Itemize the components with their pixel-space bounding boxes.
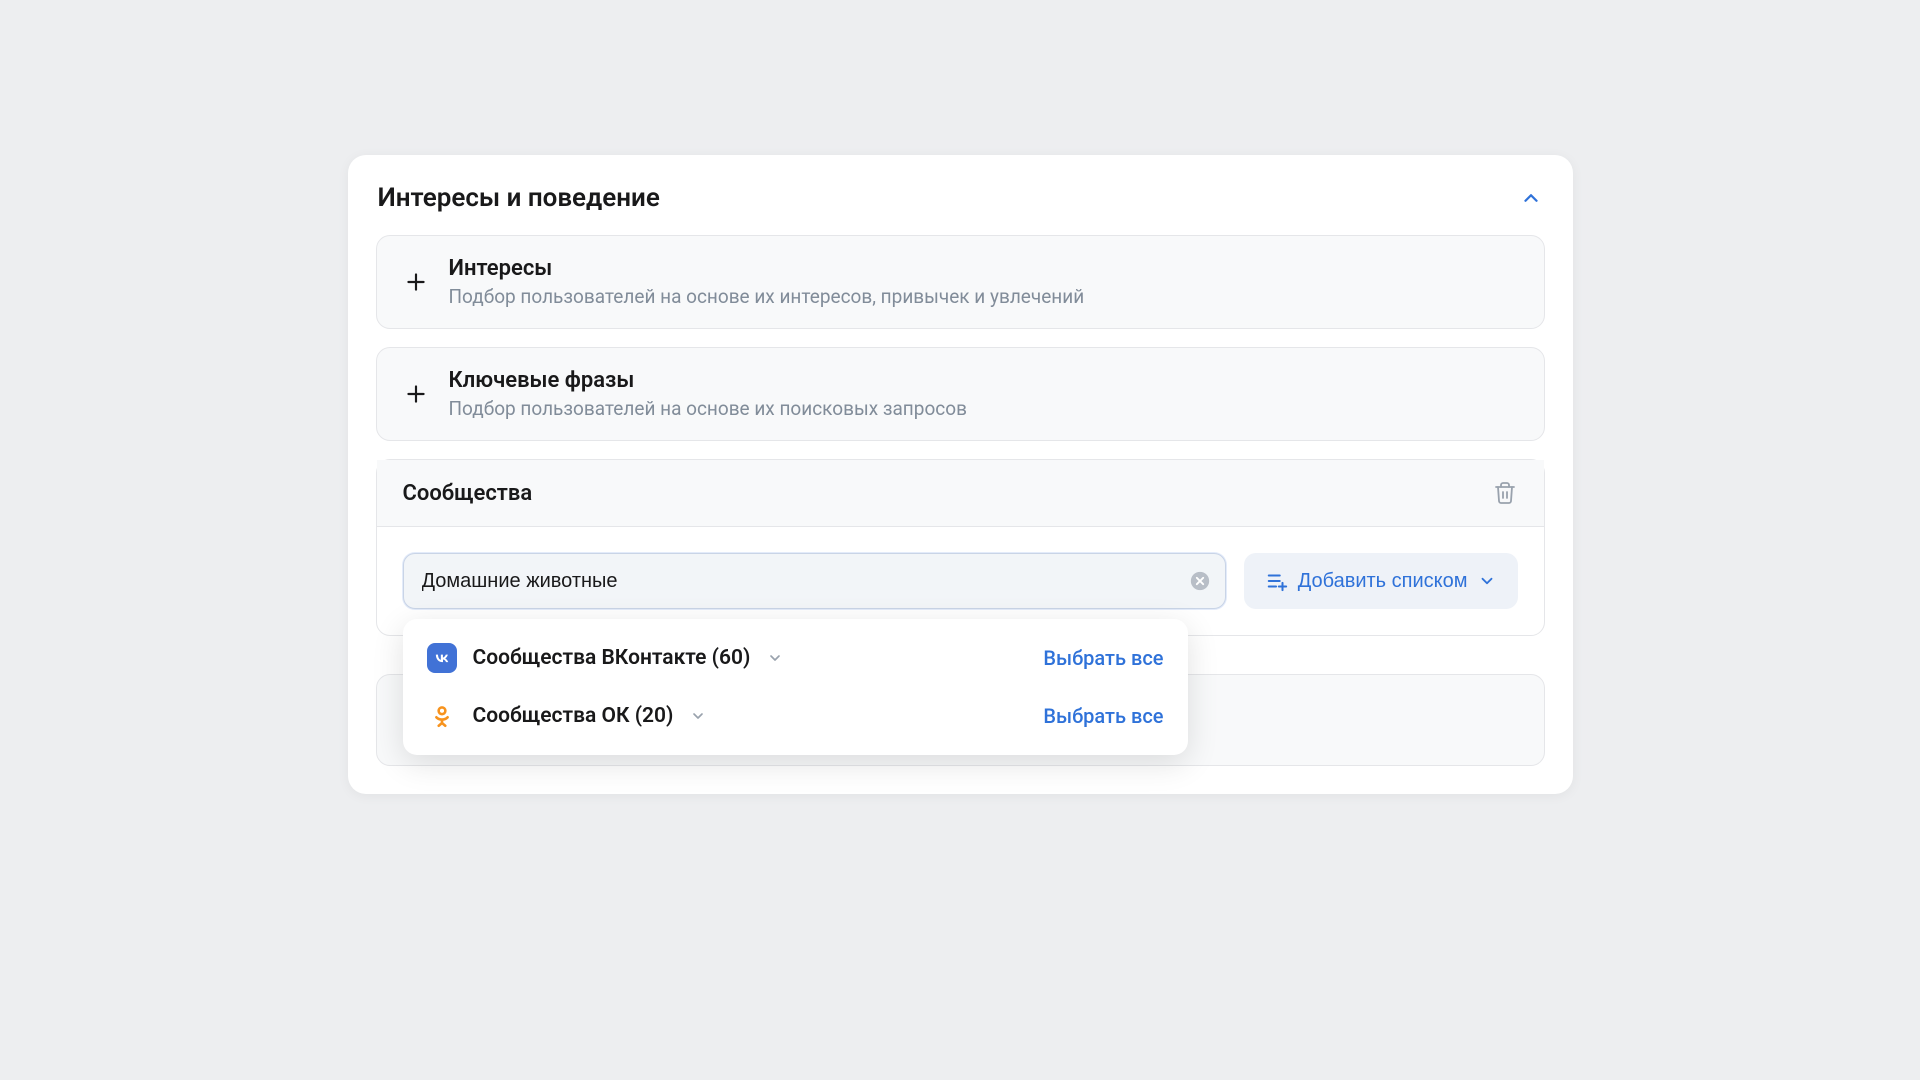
search-wrap	[403, 553, 1226, 609]
select-all-vk[interactable]: Выбрать все	[1043, 646, 1163, 670]
panel-title: Интересы и поведение	[378, 183, 660, 213]
select-all-ok[interactable]: Выбрать все	[1043, 704, 1163, 728]
delete-communities-button[interactable]	[1492, 480, 1518, 506]
keyphrases-option[interactable]: Ключевые фразы Подбор пользователей на о…	[376, 347, 1545, 441]
communities-header: Сообщества	[377, 460, 1544, 527]
ok-label: Сообщества ОК (20)	[473, 704, 674, 728]
plus-icon	[403, 269, 429, 295]
interests-option[interactable]: Интересы Подбор пользователей на основе …	[376, 235, 1545, 329]
chevron-down-icon	[689, 707, 707, 725]
add-list-label: Добавить списком	[1298, 570, 1468, 593]
plus-icon	[403, 381, 429, 407]
interests-behavior-panel: Интересы и поведение Интересы Подбор пол…	[348, 155, 1573, 794]
collapse-toggle[interactable]	[1519, 186, 1543, 210]
chevron-down-icon	[766, 649, 784, 667]
close-circle-icon	[1189, 570, 1211, 592]
trash-icon	[1493, 481, 1517, 505]
clear-search-button[interactable]	[1188, 569, 1212, 593]
dropdown-row-ok[interactable]: Сообщества ОК (20) Выбрать все	[403, 687, 1188, 745]
communities-title: Сообщества	[403, 481, 533, 506]
dropdown-row-vk[interactable]: Сообщества ВКонтакте (60) Выбрать все	[403, 629, 1188, 687]
keyphrases-text: Ключевые фразы Подбор пользователей на о…	[449, 368, 1518, 420]
interests-title: Интересы	[449, 256, 1518, 281]
chevron-down-icon	[1478, 572, 1496, 590]
list-add-icon	[1266, 570, 1288, 592]
add-list-button[interactable]: Добавить списком	[1244, 553, 1518, 609]
communities-dropdown: Сообщества ВКонтакте (60) Выбрать все Со…	[403, 619, 1188, 755]
vk-label: Сообщества ВКонтакте (60)	[473, 646, 751, 670]
ok-icon	[427, 701, 457, 731]
interests-desc: Подбор пользователей на основе их интере…	[449, 285, 1518, 308]
communities-block: Сообщества Добавить списком	[376, 459, 1545, 636]
interests-text: Интересы Подбор пользователей на основе …	[449, 256, 1518, 308]
keyphrases-title: Ключевые фразы	[449, 368, 1518, 393]
panel-header: Интересы и поведение	[376, 183, 1545, 213]
keyphrases-desc: Подбор пользователей на основе их поиско…	[449, 397, 1518, 420]
chevron-up-icon	[1520, 187, 1542, 209]
vk-icon	[427, 643, 457, 673]
communities-search-input[interactable]	[403, 553, 1226, 609]
communities-body: Добавить списком Сообщества ВКонтакте (6…	[377, 527, 1544, 635]
